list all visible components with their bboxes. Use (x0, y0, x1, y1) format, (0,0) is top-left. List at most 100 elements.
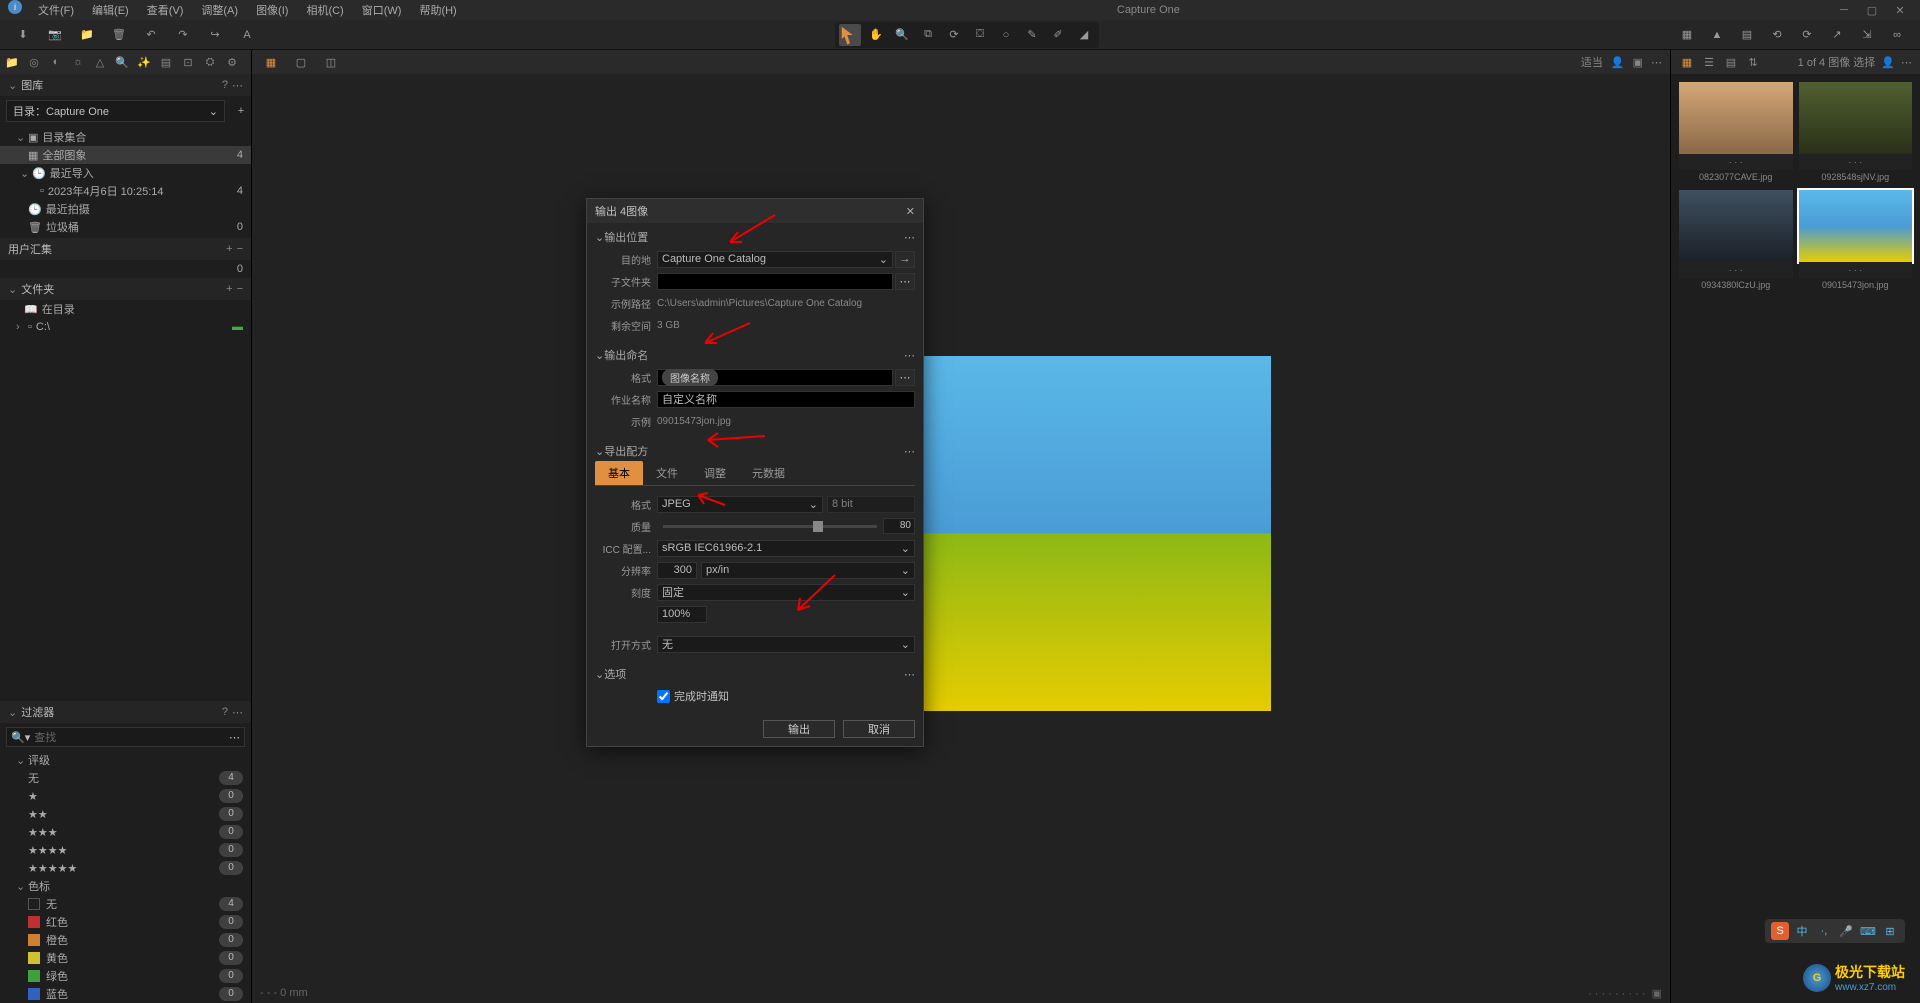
import-date-row[interactable]: ▫2023年4月6日 10:25:144 (0, 182, 251, 200)
person-icon[interactable]: 👤 (1611, 56, 1625, 69)
goto-button[interactable]: → (895, 251, 915, 268)
color-none[interactable]: 无4 (0, 895, 251, 913)
menu-view[interactable]: 查看(V) (139, 0, 192, 20)
infinity-icon[interactable]: ∞ (1886, 24, 1908, 46)
more-icon[interactable]: ⋯ (232, 706, 243, 719)
thumb-3[interactable]: · · · 09015473jon.jpg (1799, 190, 1913, 292)
rating-4[interactable]: ★★★★0 (0, 841, 251, 859)
rotate-icon[interactable]: ⟳ (943, 24, 965, 46)
thumb-1[interactable]: · · · 0928548sjNV.jpg (1799, 82, 1913, 184)
color-tab-icon[interactable]: ◐ (48, 54, 64, 70)
thumb-2[interactable]: · · · 0934380lCzU.jpg (1679, 190, 1793, 292)
trash-row[interactable]: 🗑垃圾桶0 (0, 218, 251, 236)
in-catalog-row[interactable]: 📖在目录 (0, 300, 251, 318)
scale-percent-input[interactable]: 100% (657, 606, 707, 623)
lens-tab-icon[interactable]: ◎ (26, 54, 42, 70)
rating-5[interactable]: ★★★★★0 (0, 859, 251, 877)
menu-edit[interactable]: 编辑(E) (84, 0, 137, 20)
ime-keyboard-icon[interactable]: ⌨ (1859, 922, 1877, 940)
output-tab-icon[interactable]: ⊡ (180, 54, 196, 70)
layout-icon[interactable]: ▦ (1676, 24, 1698, 46)
wand-tab-icon[interactable]: ✨ (136, 54, 152, 70)
color-green[interactable]: 绿色0 (0, 967, 251, 985)
menu-file[interactable]: 文件(F) (30, 0, 82, 20)
warning-icon[interactable]: ▲ (1706, 24, 1728, 46)
add-icon[interactable]: + (226, 243, 232, 255)
help-icon[interactable]: ? (222, 79, 228, 92)
batch-tab-icon[interactable]: ⛭ (202, 54, 218, 70)
eraser-icon[interactable]: ✐ (1047, 24, 1069, 46)
menu-help[interactable]: 帮助(H) (411, 0, 464, 20)
delete-icon[interactable]: 🗑 (108, 24, 130, 46)
sogou-icon[interactable]: S (1771, 922, 1789, 940)
add-folder-icon[interactable]: + (226, 283, 232, 295)
filmstrip-icon[interactable]: ▤ (1723, 54, 1739, 70)
hand-icon[interactable]: ✋ (865, 24, 887, 46)
search-input[interactable]: 🔍▾ 查找 ⋯ (6, 727, 245, 747)
more-icon[interactable]: ⋯ (229, 731, 240, 744)
recent-capture-row[interactable]: 🕒最近拍摄 (0, 200, 251, 218)
tab-file[interactable]: 文件 (643, 461, 691, 485)
recent-import-row[interactable]: ⌄🕒最近导入 (0, 164, 251, 182)
user-collection-header[interactable]: 用户汇集 + − (0, 238, 251, 260)
quality-value[interactable]: 80 (883, 518, 915, 534)
remove-icon[interactable]: − (237, 243, 243, 255)
rating-3[interactable]: ★★★0 (0, 823, 251, 841)
composition-tab-icon[interactable]: △ (92, 54, 108, 70)
auto-adjust-icon[interactable]: A (236, 24, 258, 46)
browse-button[interactable]: ⋯ (895, 273, 915, 290)
ime-menu-icon[interactable]: ⊞ (1881, 922, 1899, 940)
ime-lang-icon[interactable]: 中 (1793, 922, 1811, 940)
menu-window[interactable]: 窗口(W) (354, 0, 410, 20)
thumb-0[interactable]: · · · 0823077CAVE.jpg (1679, 82, 1793, 184)
folder-icon[interactable]: 📁 (76, 24, 98, 46)
metadata-tab-icon[interactable]: ▤ (158, 54, 174, 70)
person-icon[interactable]: 👤 (1881, 56, 1895, 69)
grid-view-icon[interactable]: ▦ (260, 51, 282, 73)
single-view-icon[interactable]: ▢ (290, 51, 312, 73)
cancel-button[interactable]: 取消 (843, 720, 915, 738)
rating-2[interactable]: ★★0 (0, 805, 251, 823)
dialog-titlebar[interactable]: 输出 4图像 ✕ (587, 199, 923, 223)
resolution-input[interactable]: 300 (657, 562, 697, 579)
export-button[interactable]: 输出 (763, 720, 835, 738)
openwith-select[interactable]: 无⌄ (657, 636, 915, 653)
grid-icon[interactable]: ▦ (1679, 54, 1695, 70)
menu-camera[interactable]: 相机(C) (298, 0, 351, 20)
refresh-icon[interactable]: ⟲ (1766, 24, 1788, 46)
keystone-icon[interactable]: ⛋ (969, 24, 991, 46)
color-yellow[interactable]: 黄色0 (0, 949, 251, 967)
remove-folder-icon[interactable]: − (237, 283, 243, 295)
grid-icon[interactable]: ▤ (1736, 24, 1758, 46)
split-view-icon[interactable]: ◫ (320, 51, 342, 73)
drive-row[interactable]: ›▫C:\▬ (0, 318, 251, 336)
close-icon[interactable]: ✕ (906, 205, 915, 218)
redo-icon[interactable]: ↷ (172, 24, 194, 46)
token-button[interactable]: ⋯ (895, 369, 915, 386)
color-orange[interactable]: 橙色0 (0, 931, 251, 949)
scale-select[interactable]: 固定⌄ (657, 584, 915, 601)
pointer-icon[interactable] (839, 24, 861, 46)
help-icon[interactable]: ? (222, 706, 228, 719)
menu-image[interactable]: 图像(I) (248, 0, 296, 20)
ime-toolbar[interactable]: S 中 ·, 🎤 ⌨ ⊞ (1765, 919, 1905, 943)
maximize-button[interactable]: ▢ (1860, 2, 1884, 18)
menu-adjust[interactable]: 调整(A) (193, 0, 246, 20)
reload-icon[interactable]: ⟳ (1796, 24, 1818, 46)
more-icon[interactable]: ⋯ (1901, 56, 1912, 69)
list-icon[interactable]: ☰ (1701, 54, 1717, 70)
destination-select[interactable]: Capture One Catalog⌄ (657, 251, 893, 268)
close-button[interactable]: ✕ (1888, 2, 1912, 18)
sort-icon[interactable]: ⇅ (1745, 54, 1761, 70)
add-catalog-button[interactable]: + (231, 105, 251, 117)
ime-punct-icon[interactable]: ·, (1815, 922, 1833, 940)
exposure-tab-icon[interactable]: ☼ (70, 54, 86, 70)
color-blue[interactable]: 蓝色0 (0, 985, 251, 1003)
tab-adjust[interactable]: 调整 (691, 461, 739, 485)
color-red[interactable]: 红色0 (0, 913, 251, 931)
toggle-icon[interactable]: ▣ (1633, 56, 1643, 69)
capture-icon[interactable]: 📷 (44, 24, 66, 46)
share-icon[interactable]: ↗ (1826, 24, 1848, 46)
more-icon[interactable]: ⋯ (1651, 56, 1662, 69)
brush-icon[interactable]: ✎ (1021, 24, 1043, 46)
